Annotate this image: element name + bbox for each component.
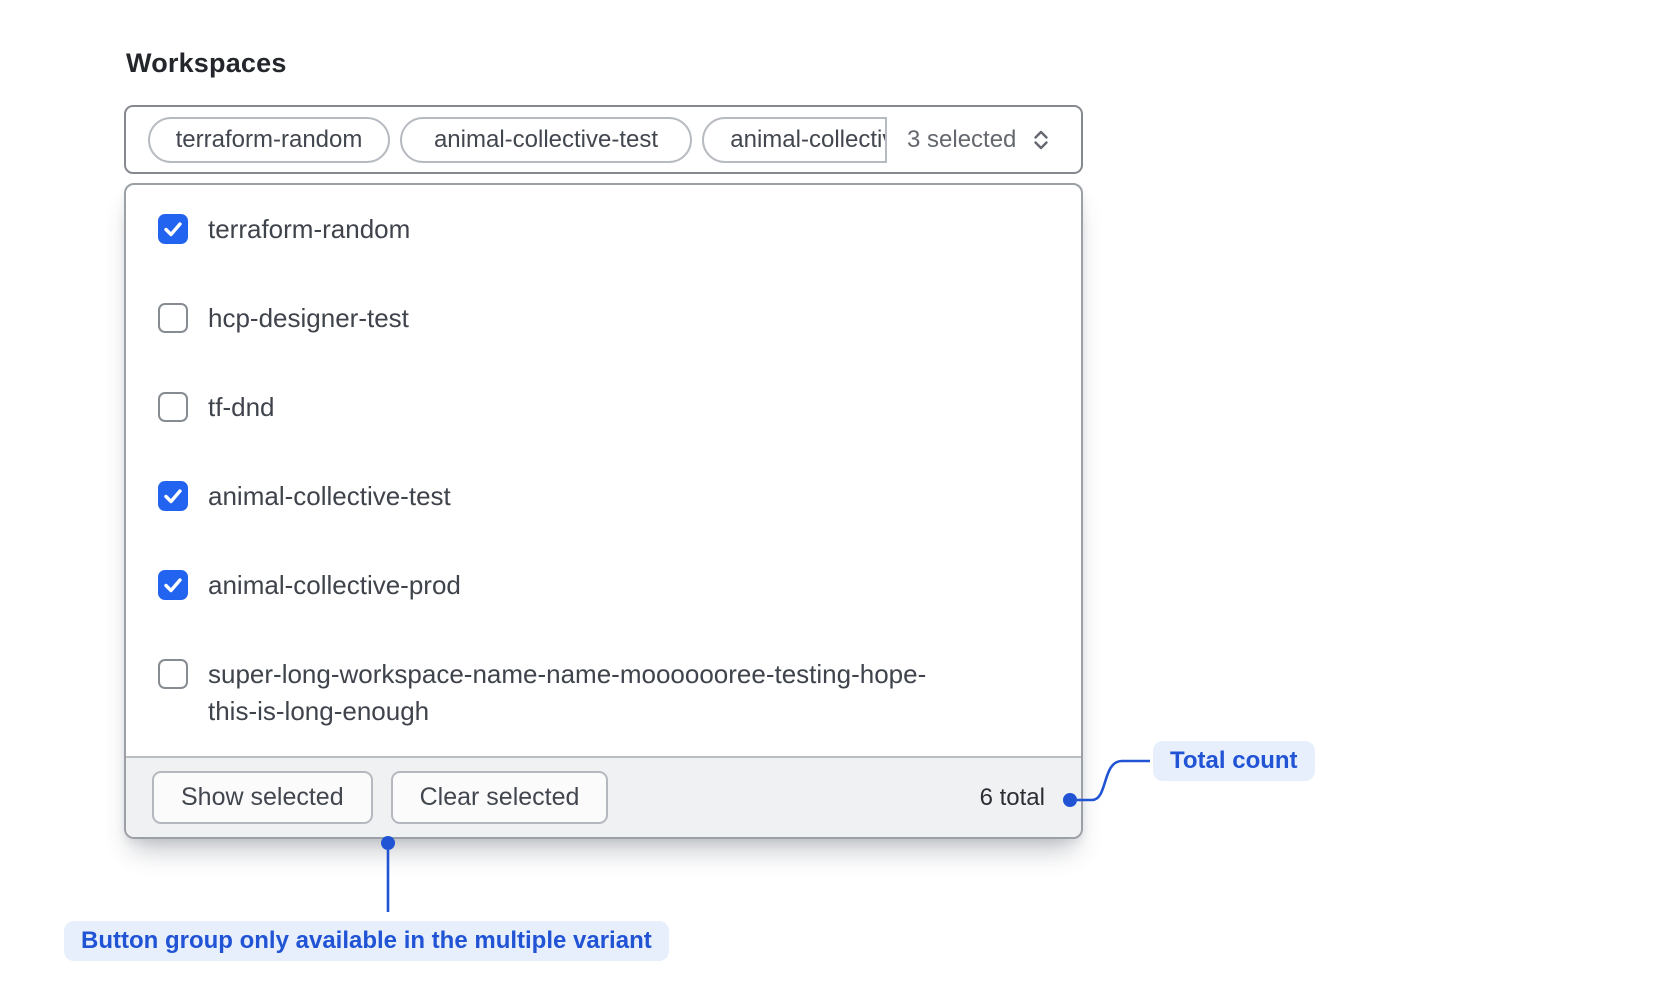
- option-label: terraform-random: [208, 211, 410, 248]
- option-label: animal-collective-test: [208, 478, 451, 515]
- option-label: tf-dnd: [208, 389, 275, 426]
- selected-pills-container: terraform-random animal-collective-test …: [148, 117, 887, 163]
- total-count-annotation: Total count: [1153, 741, 1315, 781]
- option-hcp-designer-test[interactable]: hcp-designer-test: [126, 274, 1081, 363]
- option-checkbox[interactable]: [158, 481, 188, 511]
- option-animal-collective-prod[interactable]: animal-collective-prod: [126, 541, 1081, 630]
- option-label: super-long-workspace-name-name-moooooore…: [208, 656, 926, 730]
- option-terraform-random[interactable]: terraform-random: [126, 185, 1081, 274]
- option-checkbox[interactable]: [158, 303, 188, 333]
- option-checkbox[interactable]: [158, 214, 188, 244]
- dropdown-listbox: terraform-random hcp-designer-test tf-dn…: [124, 183, 1083, 839]
- selected-pill: terraform-random: [148, 117, 390, 163]
- option-label: animal-collective-prod: [208, 567, 461, 604]
- option-label: hcp-designer-test: [208, 300, 409, 337]
- option-checkbox[interactable]: [158, 570, 188, 600]
- option-tf-dnd[interactable]: tf-dnd: [126, 363, 1081, 452]
- show-selected-button[interactable]: Show selected: [152, 771, 373, 824]
- superselect-demo-stage: Workspaces terraform-random animal-colle…: [0, 0, 1672, 1008]
- selected-pill: animal-collective-test: [400, 117, 692, 163]
- total-count-text: 6 total: [980, 784, 1057, 812]
- multiselect-trigger[interactable]: terraform-random animal-collective-test …: [124, 105, 1083, 174]
- option-label-line2: this-is-long-enough: [208, 693, 926, 730]
- button-group-annotation: Button group only available in the multi…: [64, 921, 669, 961]
- option-checkbox[interactable]: [158, 392, 188, 422]
- field-label: Workspaces: [126, 48, 287, 79]
- option-label-line1: super-long-workspace-name-name-moooooore…: [208, 656, 926, 693]
- option-animal-collective-test[interactable]: animal-collective-test: [126, 452, 1081, 541]
- selected-count-text: 3 selected: [907, 126, 1016, 154]
- total-count-connector-line: [1077, 761, 1150, 800]
- selected-pill-clipped: animal-collective-prod: [702, 117, 887, 163]
- listbox-footer: Show selected Clear selected 6 total: [126, 756, 1081, 837]
- option-super-long-workspace[interactable]: super-long-workspace-name-name-moooooore…: [126, 630, 1081, 756]
- clear-selected-button[interactable]: Clear selected: [391, 771, 609, 824]
- caret-sort-icon: [1028, 127, 1054, 153]
- option-checkbox[interactable]: [158, 659, 188, 689]
